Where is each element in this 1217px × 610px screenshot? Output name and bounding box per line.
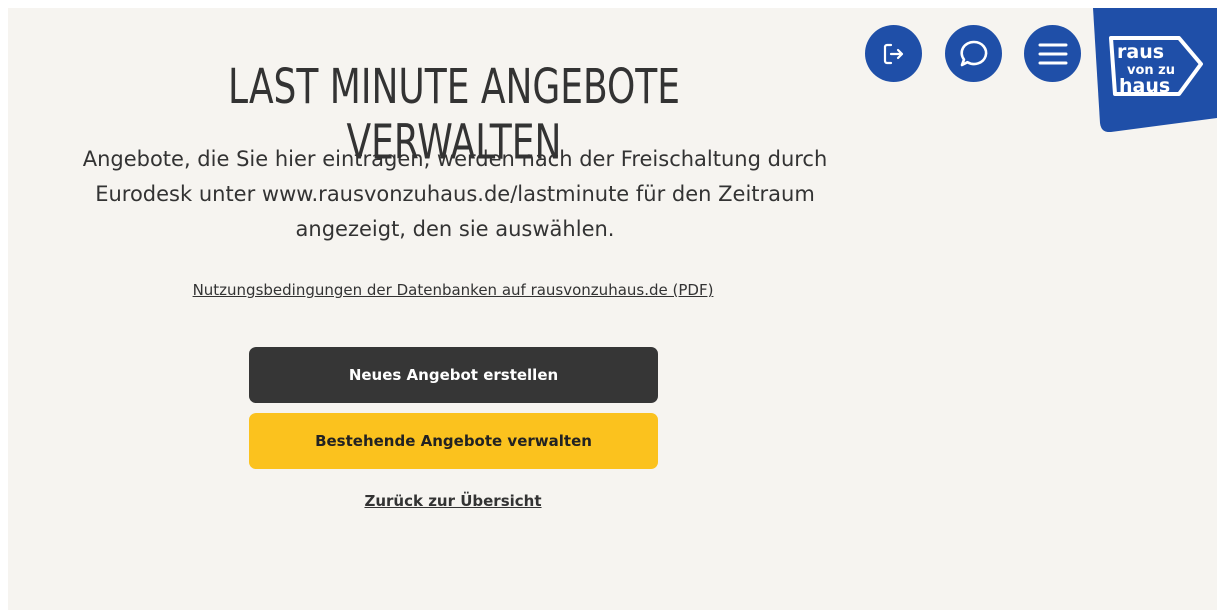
logout-icon — [883, 43, 903, 64]
menu-button[interactable] — [1024, 25, 1081, 82]
brand-logo[interactable]: raus von zu haus — [1093, 8, 1217, 133]
new-offer-button[interactable]: Neues Angebot erstellen — [249, 347, 658, 403]
back-to-overview-link[interactable]: Zurück zur Übersicht — [300, 492, 606, 510]
manage-offers-button[interactable]: Bestehende Angebote verwalten — [249, 413, 658, 469]
terms-link[interactable]: Nutzungsbedingungen der Datenbanken auf … — [150, 281, 756, 299]
chat-button[interactable] — [945, 25, 1002, 82]
logo-text-haus: haus — [1119, 75, 1170, 97]
chat-icon — [959, 40, 987, 66]
menu-icon — [1038, 43, 1067, 64]
logout-button[interactable] — [865, 25, 922, 82]
page-description: Angebote, die Sie hier eintragen, werden… — [82, 147, 828, 241]
logo-text-raus: raus — [1117, 41, 1164, 63]
